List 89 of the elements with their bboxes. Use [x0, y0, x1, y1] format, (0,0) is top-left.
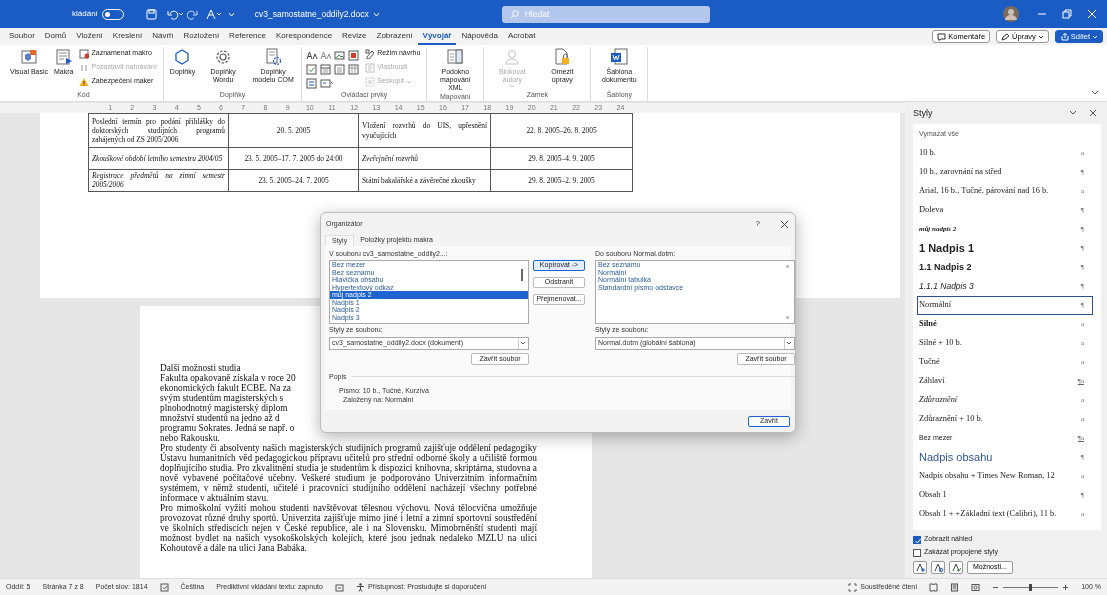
caret-icon — [509, 84, 516, 89]
document-template-icon — [610, 48, 629, 66]
document-gear-icon — [264, 48, 283, 66]
zoom-in-icon[interactable] — [1062, 583, 1070, 591]
repeating-section-icon[interactable] — [306, 78, 320, 90]
text-line: programu Sokrates. Jedná se např. o — [160, 423, 295, 433]
close-icon[interactable] — [780, 219, 789, 229]
document-title: cv3_samostatne_oddily2.docx — [254, 8, 369, 20]
undo-icon[interactable] — [166, 8, 183, 20]
search-icon — [509, 9, 519, 19]
comment-icon — [937, 32, 947, 41]
print-layout-icon[interactable] — [950, 582, 960, 592]
chevron-icon[interactable] — [1069, 110, 1077, 116]
manage-styles-button[interactable] — [949, 561, 963, 574]
caret-icon — [518, 337, 528, 349]
close-icon[interactable] — [1089, 109, 1097, 117]
side-pane-icon — [446, 48, 465, 66]
autosave-label: kládání — [72, 9, 98, 19]
menu-tab[interactable]: Návrh — [147, 28, 179, 45]
text-line: nebo Rakousku. — [160, 433, 220, 443]
caret-icon — [784, 337, 794, 349]
menu-tab[interactable]: Acrobat — [502, 28, 541, 45]
menu-tab[interactable]: Zobrazení — [371, 28, 418, 45]
macro-list-icon — [54, 48, 73, 66]
picture-control-icon[interactable] — [334, 50, 348, 61]
checkbox[interactable] — [913, 535, 921, 544]
customize-icon[interactable] — [227, 11, 235, 17]
pane-title: Styly — [913, 107, 934, 119]
caret-icon — [1037, 34, 1044, 39]
new-style-button[interactable] — [913, 561, 927, 574]
restore-icon[interactable] — [1062, 9, 1072, 19]
share-icon — [1059, 32, 1069, 41]
letter-plus-icon — [914, 562, 926, 573]
gear-icon — [214, 48, 233, 66]
menu-tab[interactable]: Revize — [337, 28, 372, 45]
ruler-pencil-icon — [365, 48, 376, 59]
slider-thumb[interactable] — [1029, 583, 1033, 591]
checkbox[interactable] — [913, 548, 921, 557]
caret-icon — [406, 79, 412, 84]
text-line: plnohodnotný magisterský diplom — [160, 403, 288, 413]
focus-icon — [848, 582, 858, 592]
legacy-tools-icon[interactable] — [320, 78, 334, 90]
date-picker-icon[interactable] — [348, 64, 362, 76]
record-icon — [79, 48, 90, 59]
menu-tab[interactable]: Domů — [39, 28, 72, 45]
text-line: ekonomických fakult ECBE. Na za — [160, 383, 291, 393]
checkbox-control-icon[interactable] — [306, 64, 320, 76]
letter-check-icon — [950, 562, 962, 573]
warning-icon — [79, 76, 90, 87]
menu-tab[interactable]: Kreslení — [107, 28, 148, 45]
avatar-icon[interactable] — [1003, 6, 1019, 22]
format-icon[interactable] — [205, 8, 222, 20]
person-icon — [503, 48, 522, 66]
heading-text: Další možnosti studia — [160, 363, 241, 373]
paragraph: Pro studenty či absolventy našich magisterských studijních programů zajišťuje oddělení pedagogiky Ústavu humanitních věd pedagogickou přípravu učitelů pro střední odborné školy a učiliště formou doplňujícího studia. Pro zkvalitnění studia je studentům k dispozici knihovna, skriptárna, studovna a nově vybavené počítačové učebny. Veškeré studium je podporováno Univerzitním informačním systémem, v němž studenti, učitelé i pracovníci studijního oddělení nacházejí všechny potřebné informace v aktuálním stavu. — [160, 443, 537, 503]
hexagon-icon — [173, 48, 192, 66]
letter-magnifier-icon — [932, 562, 944, 573]
list-control-icon[interactable] — [334, 64, 348, 76]
web-layout-icon[interactable] — [971, 582, 981, 592]
collapse-ribbon-icon[interactable] — [1091, 90, 1099, 95]
pause-icon — [79, 62, 90, 73]
menu-tab[interactable]: Vložení — [71, 28, 108, 45]
caret-icon — [372, 11, 380, 17]
combo-box-icon[interactable] — [320, 64, 334, 76]
menu-tab[interactable]: Soubor — [4, 28, 40, 45]
proofing-icon[interactable] — [159, 582, 169, 592]
menu-tab[interactable]: Rozložení — [178, 28, 225, 45]
building-block-icon[interactable] — [348, 50, 362, 61]
document-lock-icon — [553, 48, 572, 66]
text-control-icon[interactable] — [306, 50, 320, 61]
paragraph: Pro mimoškolní vyžití mohou studenti navštěvovat tělesnou výchovu. Nová tělocvična umožňuje provozovat různé druhy sportů. Univerzita zajišťuje mimo jiné i letní a zimní sportovní soustředění ve školních střediscích nejen v České republice, ale i na Slovensku. Mimobrněnští studenti mají možnost bydlet na našich vysokoškolských kolejích, které jsou jednak nedaleko MZLU na ulici Kohoutově a dále na ulici Jana Babáka. — [160, 503, 537, 553]
text-line: svým studentům magisterských s — [160, 393, 284, 403]
scroll-thumb[interactable] — [521, 269, 523, 282]
redo-icon[interactable] — [186, 8, 198, 20]
caret-icon — [1092, 34, 1098, 39]
menu-tab[interactable]: Korespondence — [271, 28, 338, 45]
save-icon[interactable] — [145, 8, 157, 20]
group-icon — [365, 76, 376, 87]
style-inspector-button[interactable] — [931, 561, 945, 574]
help-button[interactable]: ? — [755, 219, 760, 229]
accessibility-icon — [355, 582, 365, 592]
text-line: množství studentů na jedno až d — [160, 413, 280, 423]
check-icon — [914, 536, 922, 545]
code-window-icon — [20, 48, 38, 66]
properties-icon — [365, 62, 376, 73]
menu-tab[interactable]: Reference — [224, 28, 272, 45]
menu-tab[interactable]: Nápověda — [456, 28, 503, 45]
pencil-icon — [1001, 32, 1011, 41]
text-line: Fakulta opakovaně získala v roce 20 — [160, 373, 296, 383]
